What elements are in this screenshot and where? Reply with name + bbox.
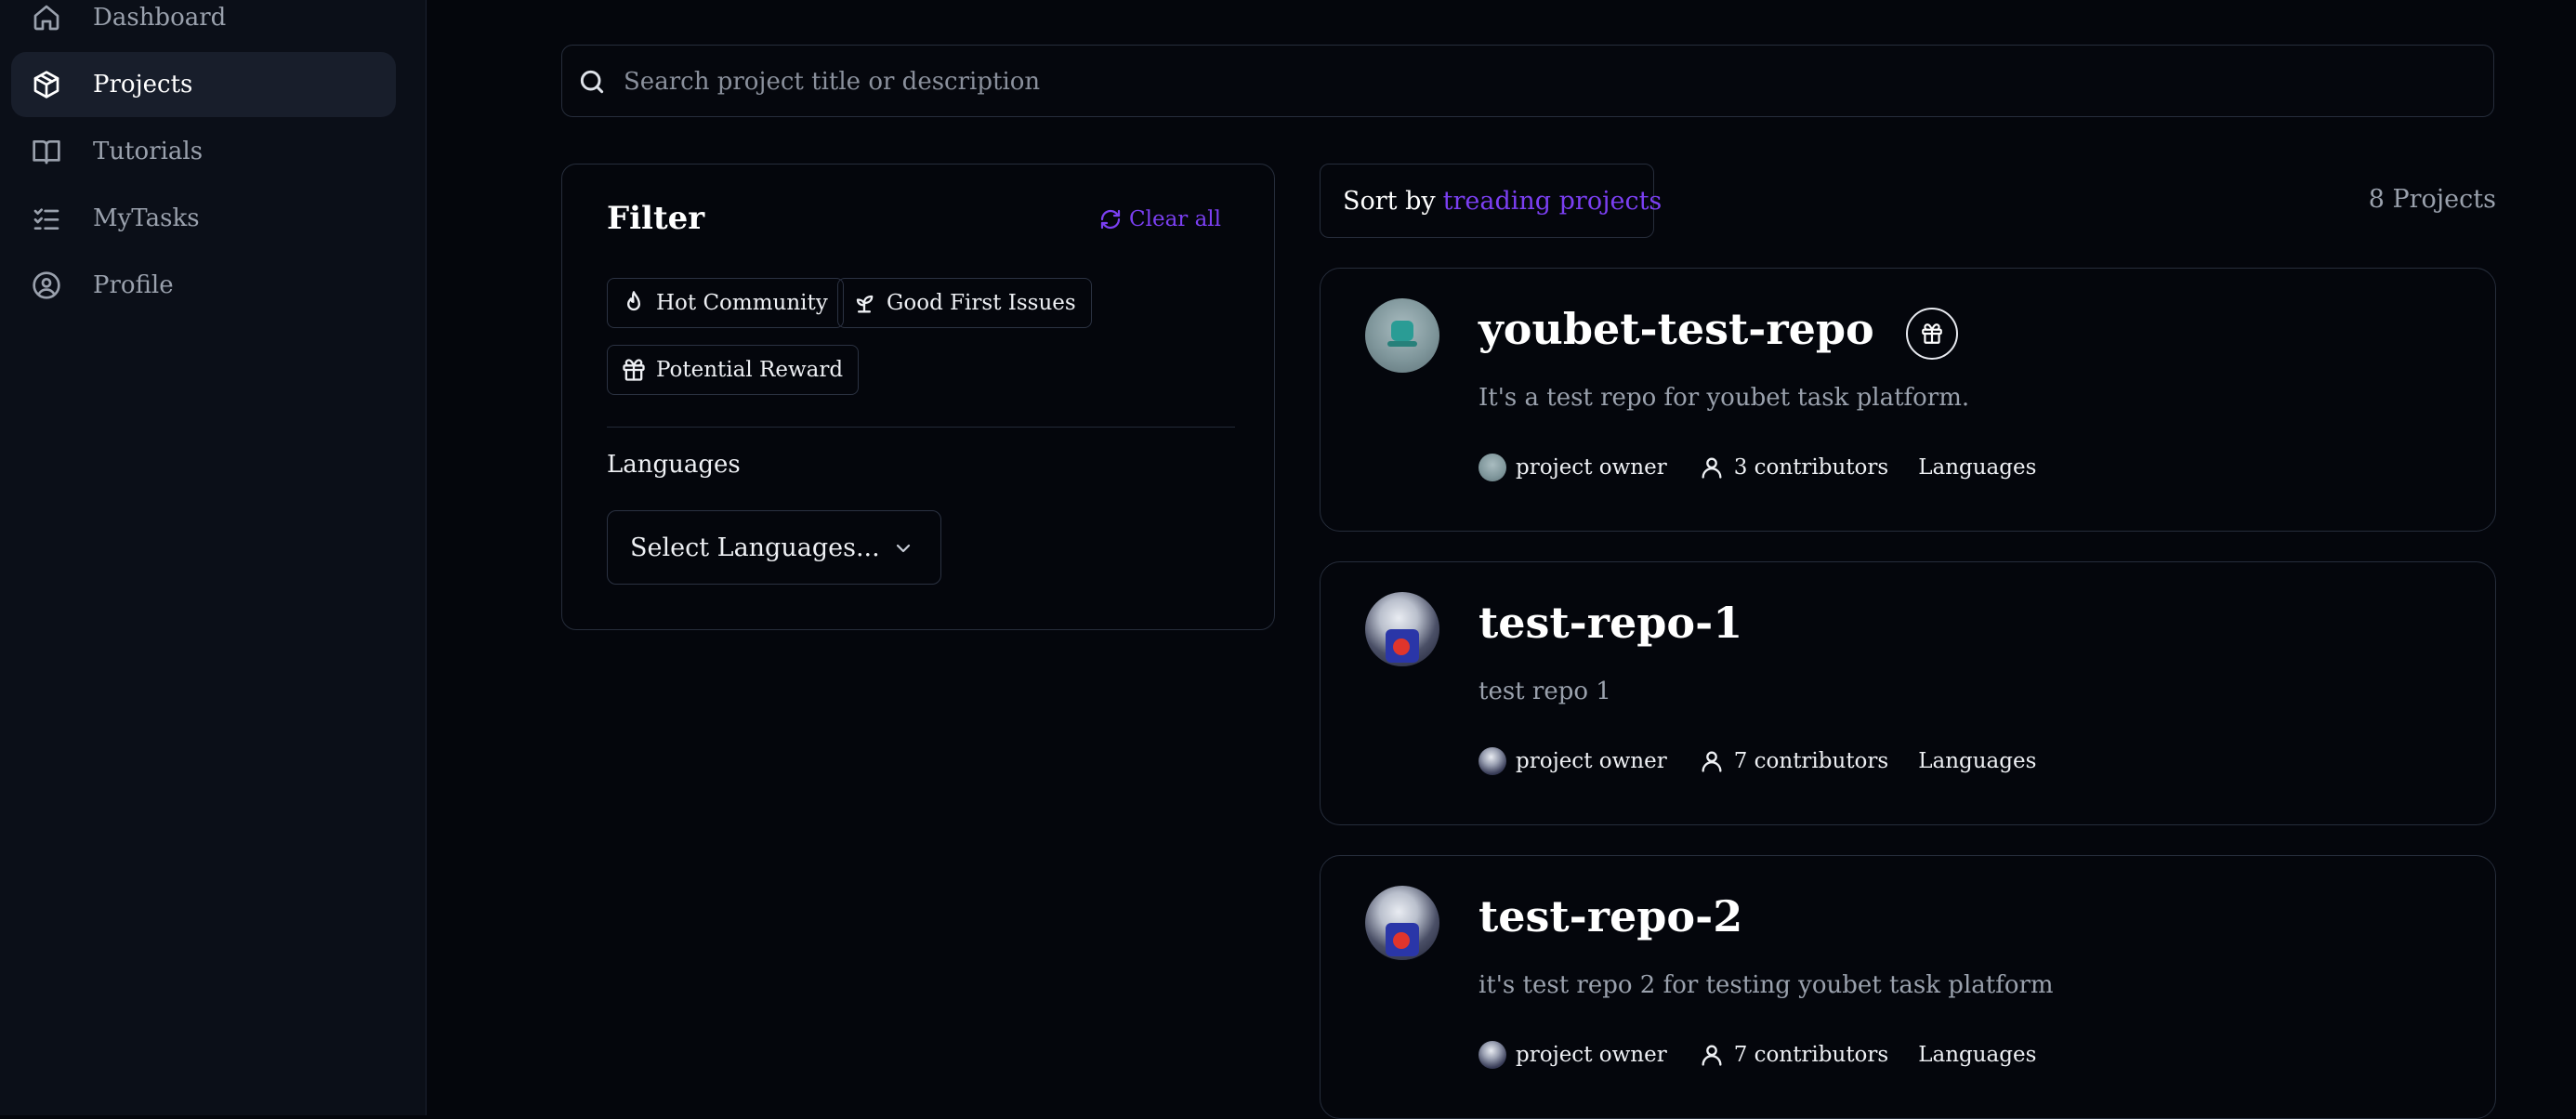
filter-title: Filter: [607, 200, 705, 237]
project-description: it's test repo 2 for testing youbet task…: [1479, 971, 2054, 999]
owner-label: project owner: [1516, 455, 1667, 480]
languages-label: Languages: [1918, 455, 2037, 480]
project-title: test-repo-2: [1479, 891, 1743, 941]
sidebar-item-profile[interactable]: Profile: [11, 253, 396, 318]
sidebar-item-projects[interactable]: Projects: [11, 52, 396, 117]
project-meta: project owner 7 contributors Languages: [1479, 744, 2036, 778]
divider: [607, 427, 1235, 428]
home-icon: [32, 3, 61, 33]
avatar: [1365, 886, 1439, 960]
refresh-icon: [1100, 209, 1121, 230]
search-icon: [577, 67, 607, 97]
user-circle-icon: [32, 270, 61, 300]
sidebar: Dashboard Projects Tutorials MyTasks Pro…: [0, 0, 427, 1115]
user-icon: [1699, 748, 1725, 774]
list-checks-icon: [32, 204, 61, 233]
sidebar-item-dashboard[interactable]: Dashboard: [11, 0, 396, 50]
sort-value: treading projects: [1442, 186, 1663, 216]
gift-icon: [1922, 323, 1942, 344]
owner-label: project owner: [1516, 1043, 1667, 1067]
filter-chip-good-first-issues[interactable]: Good First Issues: [837, 278, 1092, 328]
chevron-down-icon: [892, 537, 914, 566]
sidebar-item-tutorials[interactable]: Tutorials: [11, 119, 396, 184]
project-meta: project owner 3 contributors Languages: [1479, 451, 2036, 484]
owner-avatar: [1479, 454, 1506, 481]
languages-select-label: Select Languages...: [630, 533, 880, 562]
contributors-count: 3 contributors: [1733, 455, 1889, 480]
project-meta: project owner 7 contributors Languages: [1479, 1038, 2036, 1072]
project-card[interactable]: test-repo-2 it's test repo 2 for testing…: [1320, 855, 2496, 1119]
book-icon: [32, 137, 61, 166]
search-bar: [561, 45, 2494, 118]
chip-label: Potential Reward: [656, 358, 844, 382]
sidebar-item-label: Dashboard: [93, 4, 227, 32]
contributors-count: 7 contributors: [1733, 749, 1889, 773]
avatar: [1365, 298, 1439, 373]
avatar: [1365, 592, 1439, 666]
project-description: It's a test repo for youbet task platfor…: [1479, 384, 1970, 412]
sidebar-item-label: Tutorials: [93, 138, 204, 165]
sort-dropdown[interactable]: Sort by treading projects: [1320, 164, 1662, 238]
clear-all-button[interactable]: Clear all: [1099, 207, 1221, 231]
sidebar-item-label: Profile: [93, 271, 174, 299]
owner-avatar: [1479, 747, 1506, 775]
chip-label: Hot Community: [656, 291, 828, 315]
languages-heading: Languages: [607, 451, 741, 479]
languages-label: Languages: [1918, 749, 2037, 773]
sort-prefix: Sort by: [1343, 186, 1436, 216]
project-card[interactable]: test-repo-1 test repo 1 project owner 7 …: [1320, 561, 2496, 825]
contributors-count: 7 contributors: [1733, 1043, 1889, 1067]
sidebar-item-label: Projects: [93, 71, 193, 99]
owner-avatar: [1479, 1041, 1506, 1069]
cube-icon: [32, 70, 61, 99]
project-count: 8 Projects: [2368, 185, 2496, 214]
clear-all-label: Clear all: [1129, 207, 1222, 231]
filter-panel: Filter Clear all Hot Community Good Firs…: [561, 164, 1275, 630]
sidebar-item-label: MyTasks: [93, 204, 200, 232]
gift-icon: [623, 359, 645, 381]
project-title: test-repo-1: [1479, 598, 1743, 648]
owner-label: project owner: [1516, 749, 1667, 773]
user-icon: [1699, 454, 1725, 481]
languages-select[interactable]: Select Languages...: [607, 510, 941, 585]
search-input[interactable]: [622, 46, 2465, 118]
sidebar-item-mytasks[interactable]: MyTasks: [11, 186, 396, 251]
flame-icon: [627, 291, 640, 311]
user-icon: [1699, 1042, 1725, 1068]
reward-badge: [1906, 308, 1958, 360]
languages-label: Languages: [1918, 1043, 2037, 1067]
project-card[interactable]: youbet-test-repo It's a test repo for yo…: [1320, 268, 2496, 532]
project-description: test repo 1: [1479, 678, 1611, 705]
chip-label: Good First Issues: [887, 291, 1076, 315]
sprout-icon: [856, 295, 874, 313]
filter-chip-hot-community[interactable]: Hot Community: [607, 278, 844, 328]
filter-chip-potential-reward[interactable]: Potential Reward: [607, 345, 860, 395]
project-title: youbet-test-repo: [1479, 304, 1874, 354]
